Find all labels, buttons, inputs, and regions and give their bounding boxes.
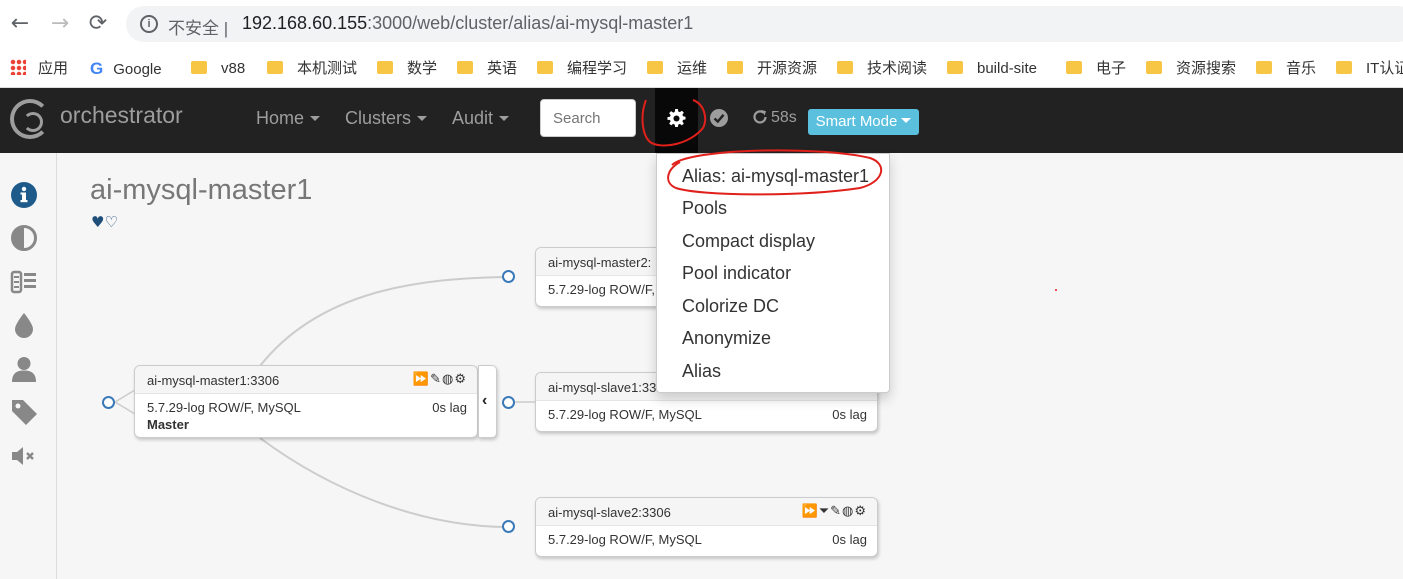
node-connector-dot[interactable] (502, 396, 515, 409)
collapse-replicas-button[interactable]: ‹ (478, 365, 497, 438)
node-connector-dot[interactable] (502, 520, 515, 533)
node-ai-mysql-slave2[interactable]: ai-mysql-slave2:3306 ⏩⏷✎◍⚙ 5.7.29-log RO… (535, 497, 878, 557)
menu-item-pools[interactable]: Pools (682, 198, 727, 219)
node-version: 5.7.29-log ROW/F, MySQL (548, 532, 702, 547)
menu-item-compact-display[interactable]: Compact display (682, 231, 815, 252)
node-body: 5.7.29-log ROW/F, MySQL 0s lag (536, 401, 877, 428)
menu-item-pool-indicator[interactable]: Pool indicator (682, 263, 791, 284)
node-version: 5.7.29-log ROW/F, MySQL (147, 400, 301, 415)
node-version: 5.7.29-log ROW/F, (548, 282, 655, 297)
node-lag: 0s lag (832, 407, 867, 422)
menu-item-anonymize[interactable]: Anonymize (682, 328, 771, 349)
node-action-icons[interactable]: ⏩✎◍⚙ (413, 372, 467, 387)
menu-item-colorize-dc[interactable]: Colorize DC (682, 296, 779, 317)
chevron-left-icon: ‹ (482, 392, 488, 409)
edge-stub (114, 389, 136, 403)
node-lag: 0s lag (432, 400, 467, 415)
node-ai-mysql-master1[interactable]: ai-mysql-master1:3306 ⏩✎◍⚙ 5.7.29-log RO… (134, 365, 478, 438)
node-connector-dot[interactable] (102, 396, 115, 409)
edge-master-to-slave2 (259, 437, 510, 528)
menu-item-alias-current[interactable]: Alias: ai-mysql-master1 (682, 166, 869, 187)
node-name: ai-mysql-slave1:33 (548, 380, 657, 395)
node-body: 5.7.29-log ROW/F, MySQL 0s lag (536, 526, 877, 553)
edge-stub (114, 401, 136, 415)
node-action-icons[interactable]: ⏩⏷✎◍⚙ (802, 504, 867, 519)
node-role: Master (147, 417, 189, 432)
node-version: 5.7.29-log ROW/F, MySQL (548, 407, 702, 422)
edge-master-to-master2 (259, 276, 510, 367)
menu-item-alias[interactable]: Alias (682, 361, 721, 382)
node-name: ai-mysql-slave2:3306 (548, 505, 671, 520)
node-body: 5.7.29-log ROW/F, MySQL Master 0s lag (135, 394, 477, 438)
node-lag: 0s lag (832, 532, 867, 547)
node-connector-dot[interactable] (502, 270, 515, 283)
settings-dropdown-menu: Alias: ai-mysql-master1 Pools Compact di… (656, 153, 890, 393)
node-name: ai-mysql-master1:3306 (147, 373, 280, 388)
node-name: ai-mysql-master2: (548, 255, 652, 270)
